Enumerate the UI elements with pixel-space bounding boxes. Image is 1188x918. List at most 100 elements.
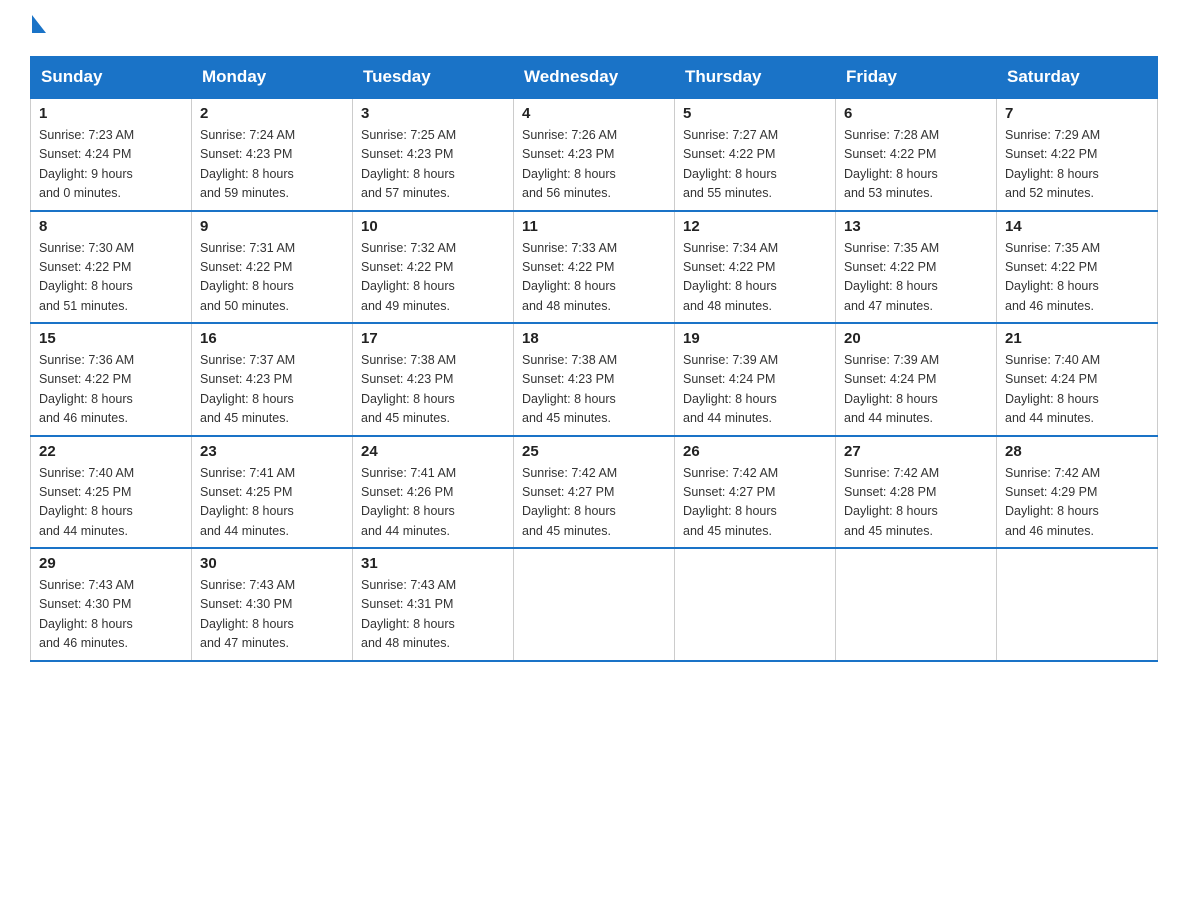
calendar-week-row: 29Sunrise: 7:43 AMSunset: 4:30 PMDayligh… bbox=[31, 548, 1158, 661]
day-info: Sunrise: 7:37 AMSunset: 4:23 PMDaylight:… bbox=[200, 351, 344, 429]
day-info: Sunrise: 7:26 AMSunset: 4:23 PMDaylight:… bbox=[522, 126, 666, 204]
calendar-cell: 29Sunrise: 7:43 AMSunset: 4:30 PMDayligh… bbox=[31, 548, 192, 661]
day-info: Sunrise: 7:38 AMSunset: 4:23 PMDaylight:… bbox=[361, 351, 505, 429]
calendar-cell bbox=[514, 548, 675, 661]
day-info: Sunrise: 7:39 AMSunset: 4:24 PMDaylight:… bbox=[683, 351, 827, 429]
calendar-cell: 25 Sunrise: 7:42 AMSunset: 4:27 PMDayligh… bbox=[514, 436, 675, 549]
day-number: 31 bbox=[361, 555, 505, 572]
day-number: 18 bbox=[522, 330, 666, 347]
day-number: 8 bbox=[39, 218, 183, 235]
day-number: 30 bbox=[200, 555, 344, 572]
day-info: Sunrise: 7:40 AMSunset: 4:24 PMDaylight:… bbox=[1005, 351, 1149, 429]
day-info: Sunrise: 7:30 AMSunset: 4:22 PMDaylight:… bbox=[39, 239, 183, 317]
calendar-cell: 17 Sunrise: 7:38 AMSunset: 4:23 PMDayligh… bbox=[353, 323, 514, 436]
day-info: Sunrise: 7:27 AMSunset: 4:22 PMDaylight:… bbox=[683, 126, 827, 204]
calendar-cell: 11Sunrise: 7:33 AMSunset: 4:22 PMDayligh… bbox=[514, 211, 675, 324]
day-number: 13 bbox=[844, 218, 988, 235]
calendar-cell: 6 Sunrise: 7:28 AMSunset: 4:22 PMDaylight… bbox=[836, 98, 997, 211]
day-info: Sunrise: 7:42 AMSunset: 4:27 PMDaylight:… bbox=[522, 464, 666, 542]
calendar-table: SundayMondayTuesdayWednesdayThursdayFrid… bbox=[30, 56, 1158, 662]
logo-arrow-icon bbox=[32, 15, 46, 33]
day-info: Sunrise: 7:42 AMSunset: 4:29 PMDaylight:… bbox=[1005, 464, 1149, 542]
day-number: 26 bbox=[683, 443, 827, 460]
calendar-cell: 12 Sunrise: 7:34 AMSunset: 4:22 PMDayligh… bbox=[675, 211, 836, 324]
day-number: 17 bbox=[361, 330, 505, 347]
logo bbox=[30, 20, 46, 38]
calendar-cell: 10 Sunrise: 7:32 AMSunset: 4:22 PMDayligh… bbox=[353, 211, 514, 324]
day-info: Sunrise: 7:43 AMSunset: 4:30 PMDaylight:… bbox=[200, 576, 344, 654]
calendar-cell bbox=[836, 548, 997, 661]
day-number: 6 bbox=[844, 105, 988, 122]
day-info: Sunrise: 7:43 AMSunset: 4:31 PMDaylight:… bbox=[361, 576, 505, 654]
day-info: Sunrise: 7:29 AMSunset: 4:22 PMDaylight:… bbox=[1005, 126, 1149, 204]
day-info: Sunrise: 7:42 AMSunset: 4:27 PMDaylight:… bbox=[683, 464, 827, 542]
calendar-cell: 5Sunrise: 7:27 AMSunset: 4:22 PMDaylight… bbox=[675, 98, 836, 211]
calendar-cell: 24 Sunrise: 7:41 AMSunset: 4:26 PMDayligh… bbox=[353, 436, 514, 549]
day-info: Sunrise: 7:35 AMSunset: 4:22 PMDaylight:… bbox=[844, 239, 988, 317]
calendar-cell: 1 Sunrise: 7:23 AMSunset: 4:24 PMDaylight… bbox=[31, 98, 192, 211]
day-info: Sunrise: 7:35 AMSunset: 4:22 PMDaylight:… bbox=[1005, 239, 1149, 317]
page-header bbox=[30, 20, 1158, 38]
calendar-cell: 21 Sunrise: 7:40 AMSunset: 4:24 PMDayligh… bbox=[997, 323, 1158, 436]
day-number: 22 bbox=[39, 443, 183, 460]
day-number: 25 bbox=[522, 443, 666, 460]
day-number: 16 bbox=[200, 330, 344, 347]
calendar-cell: 14 Sunrise: 7:35 AMSunset: 4:22 PMDayligh… bbox=[997, 211, 1158, 324]
day-info: Sunrise: 7:31 AMSunset: 4:22 PMDaylight:… bbox=[200, 239, 344, 317]
day-number: 24 bbox=[361, 443, 505, 460]
day-number: 4 bbox=[522, 105, 666, 122]
day-number: 23 bbox=[200, 443, 344, 460]
calendar-cell: 9 Sunrise: 7:31 AMSunset: 4:22 PMDaylight… bbox=[192, 211, 353, 324]
day-info: Sunrise: 7:39 AMSunset: 4:24 PMDaylight:… bbox=[844, 351, 988, 429]
weekday-header-sunday: Sunday bbox=[31, 57, 192, 99]
calendar-week-row: 15 Sunrise: 7:36 AMSunset: 4:22 PMDayligh… bbox=[31, 323, 1158, 436]
calendar-cell: 28 Sunrise: 7:42 AMSunset: 4:29 PMDayligh… bbox=[997, 436, 1158, 549]
weekday-header-row: SundayMondayTuesdayWednesdayThursdayFrid… bbox=[31, 57, 1158, 99]
day-info: Sunrise: 7:34 AMSunset: 4:22 PMDaylight:… bbox=[683, 239, 827, 317]
calendar-cell bbox=[997, 548, 1158, 661]
day-info: Sunrise: 7:32 AMSunset: 4:22 PMDaylight:… bbox=[361, 239, 505, 317]
weekday-header-wednesday: Wednesday bbox=[514, 57, 675, 99]
calendar-cell: 23Sunrise: 7:41 AMSunset: 4:25 PMDayligh… bbox=[192, 436, 353, 549]
day-number: 21 bbox=[1005, 330, 1149, 347]
day-number: 20 bbox=[844, 330, 988, 347]
day-number: 12 bbox=[683, 218, 827, 235]
calendar-cell: 16 Sunrise: 7:37 AMSunset: 4:23 PMDayligh… bbox=[192, 323, 353, 436]
day-info: Sunrise: 7:28 AMSunset: 4:22 PMDaylight:… bbox=[844, 126, 988, 204]
calendar-cell: 7 Sunrise: 7:29 AMSunset: 4:22 PMDaylight… bbox=[997, 98, 1158, 211]
day-number: 27 bbox=[844, 443, 988, 460]
calendar-cell: 8 Sunrise: 7:30 AMSunset: 4:22 PMDaylight… bbox=[31, 211, 192, 324]
calendar-week-row: 1 Sunrise: 7:23 AMSunset: 4:24 PMDaylight… bbox=[31, 98, 1158, 211]
calendar-cell: 30 Sunrise: 7:43 AMSunset: 4:30 PMDayligh… bbox=[192, 548, 353, 661]
calendar-cell: 19Sunrise: 7:39 AMSunset: 4:24 PMDayligh… bbox=[675, 323, 836, 436]
calendar-cell: 18 Sunrise: 7:38 AMSunset: 4:23 PMDayligh… bbox=[514, 323, 675, 436]
day-number: 2 bbox=[200, 105, 344, 122]
calendar-cell: 31 Sunrise: 7:43 AMSunset: 4:31 PMDayligh… bbox=[353, 548, 514, 661]
day-info: Sunrise: 7:23 AMSunset: 4:24 PMDaylight:… bbox=[39, 126, 183, 204]
day-info: Sunrise: 7:38 AMSunset: 4:23 PMDaylight:… bbox=[522, 351, 666, 429]
calendar-cell: 26 Sunrise: 7:42 AMSunset: 4:27 PMDayligh… bbox=[675, 436, 836, 549]
day-number: 15 bbox=[39, 330, 183, 347]
weekday-header-friday: Friday bbox=[836, 57, 997, 99]
day-info: Sunrise: 7:41 AMSunset: 4:26 PMDaylight:… bbox=[361, 464, 505, 542]
calendar-cell: 22Sunrise: 7:40 AMSunset: 4:25 PMDayligh… bbox=[31, 436, 192, 549]
calendar-cell: 3 Sunrise: 7:25 AMSunset: 4:23 PMDaylight… bbox=[353, 98, 514, 211]
day-number: 10 bbox=[361, 218, 505, 235]
calendar-week-row: 8 Sunrise: 7:30 AMSunset: 4:22 PMDaylight… bbox=[31, 211, 1158, 324]
weekday-header-monday: Monday bbox=[192, 57, 353, 99]
day-number: 1 bbox=[39, 105, 183, 122]
calendar-cell: 15 Sunrise: 7:36 AMSunset: 4:22 PMDayligh… bbox=[31, 323, 192, 436]
day-info: Sunrise: 7:33 AMSunset: 4:22 PMDaylight:… bbox=[522, 239, 666, 317]
day-number: 9 bbox=[200, 218, 344, 235]
calendar-cell: 4 Sunrise: 7:26 AMSunset: 4:23 PMDaylight… bbox=[514, 98, 675, 211]
weekday-header-thursday: Thursday bbox=[675, 57, 836, 99]
day-number: 14 bbox=[1005, 218, 1149, 235]
day-info: Sunrise: 7:25 AMSunset: 4:23 PMDaylight:… bbox=[361, 126, 505, 204]
day-number: 7 bbox=[1005, 105, 1149, 122]
day-info: Sunrise: 7:43 AMSunset: 4:30 PMDaylight:… bbox=[39, 576, 183, 654]
weekday-header-saturday: Saturday bbox=[997, 57, 1158, 99]
day-info: Sunrise: 7:36 AMSunset: 4:22 PMDaylight:… bbox=[39, 351, 183, 429]
day-number: 3 bbox=[361, 105, 505, 122]
day-number: 28 bbox=[1005, 443, 1149, 460]
day-info: Sunrise: 7:24 AMSunset: 4:23 PMDaylight:… bbox=[200, 126, 344, 204]
